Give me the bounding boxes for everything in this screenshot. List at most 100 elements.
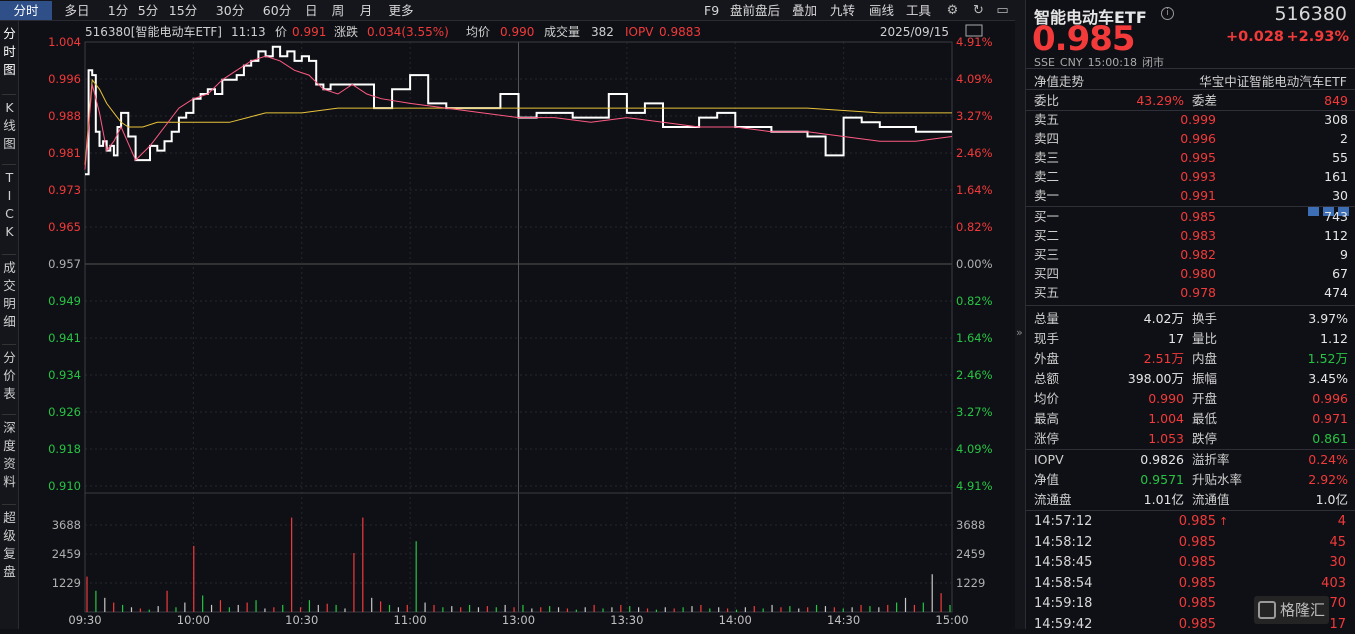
view-tab-char: 级 (3, 528, 16, 543)
view-tab-1[interactable]: K线图 (0, 99, 19, 153)
window-icon[interactable]: ▭ (994, 2, 1011, 19)
tick-time: 14:58:12 (1034, 534, 1093, 550)
divider (1026, 510, 1355, 511)
ask-row[interactable]: 卖五 0.999 308 (1026, 110, 1355, 129)
row-value: 1.053 (1148, 431, 1184, 446)
view-tab-char: 明 (3, 296, 16, 311)
row-label: 委差 (1192, 93, 1218, 108)
row-value: 0.996 (1312, 391, 1348, 406)
row-label: 升贴水率 (1192, 472, 1243, 487)
price-tick: 0.988 (48, 109, 81, 123)
ask-row[interactable]: 卖三 0.995 55 (1026, 148, 1355, 167)
pct-tick: 4.09% (956, 442, 993, 456)
bid-row[interactable]: 买五 0.978 474 (1026, 283, 1355, 302)
tool-1[interactable]: 盘前盘后 (730, 1, 780, 20)
view-tab-5[interactable]: 深度资料 (0, 419, 19, 491)
tab-4[interactable]: 15分 (164, 1, 202, 20)
panel-collapse-toggle[interactable]: » (1015, 0, 1025, 629)
tick-price: 0.985 (1178, 514, 1216, 529)
row-value: 0.861 (1312, 431, 1348, 446)
view-tab-char: 成 (3, 260, 16, 275)
info-iopv: 0.9883 (659, 25, 701, 39)
tick-volume: 403 (1321, 575, 1346, 591)
info-change-label: 涨跌 (334, 24, 358, 39)
ask-row[interactable]: 卖四 0.996 2 (1026, 129, 1355, 148)
info-avg-label: 均价 (466, 25, 490, 39)
view-tab-4[interactable]: 分价表 (0, 349, 19, 403)
bid-label: 买三 (1034, 247, 1060, 262)
tick-volume: 45 (1329, 534, 1346, 550)
ask-row[interactable]: 卖一 0.991 30 (1026, 186, 1355, 205)
bid-row[interactable]: 买四 0.980 67 (1026, 264, 1355, 283)
time-tick: 14:00 (719, 613, 752, 627)
settings-gear-icon[interactable]: ⚙ (944, 2, 961, 19)
tick-time: 14:57:12 (1034, 514, 1093, 529)
time-tick: 15:00 (935, 613, 968, 627)
tab-1[interactable]: 多日 (60, 1, 94, 20)
view-tab-char: 细 (3, 314, 16, 329)
view-tab-char: 资 (3, 456, 16, 471)
tool-3[interactable]: 九转 (830, 1, 855, 20)
tool-2[interactable]: 叠加 (792, 1, 817, 20)
index-name[interactable]: 华宝中证智能电动汽车ETF (1199, 71, 1347, 90)
nav-trend-link[interactable]: 净值走势 (1034, 71, 1084, 90)
row-label: 换手 (1192, 311, 1218, 326)
view-tab-char: T (5, 170, 14, 185)
row-value: 2.92% (1308, 472, 1348, 487)
tab-0[interactable]: 分时 (0, 1, 52, 20)
divider (2, 344, 16, 345)
view-tab-char: C (5, 206, 14, 221)
row-value: 1.004 (1148, 411, 1184, 426)
time-tick: 10:30 (285, 613, 318, 627)
row-label: 跌停 (1192, 431, 1218, 446)
ask-price: 0.995 (1180, 150, 1216, 165)
vol-tick-right: 2459 (956, 547, 985, 561)
quote-panel: 智能电动车ETF i 516380 0.985 +0.028 +2.93% SSE CNY 15… (1025, 0, 1355, 632)
ask-label: 卖四 (1034, 131, 1060, 146)
view-tab-3[interactable]: 成交明细 (0, 259, 19, 331)
time-tick: 13:30 (610, 613, 643, 627)
divider (2, 414, 16, 415)
tab-5[interactable]: 30分 (211, 1, 249, 20)
row-label: 量比 (1192, 331, 1218, 346)
pct-tick: 3.27% (956, 109, 993, 123)
tab-9[interactable]: 月 (356, 1, 376, 20)
tool-4[interactable]: 画线 (869, 1, 894, 20)
view-tab-char: 度 (3, 438, 16, 453)
tick-price: 0.985 (1178, 555, 1216, 570)
bid-volume: 112 (1324, 228, 1348, 243)
ask-row[interactable]: 卖二 0.993 161 (1026, 167, 1355, 186)
tab-3[interactable]: 5分 (134, 1, 162, 20)
pct-tick: 3.27% (956, 405, 993, 419)
tool-0[interactable]: F9 (704, 1, 719, 20)
view-tab-6[interactable]: 超级复盘 (0, 509, 19, 581)
view-tab-char: 超 (3, 510, 16, 525)
tab-7[interactable]: 日 (302, 1, 320, 20)
tick-price: 0.985 (1178, 575, 1216, 591)
tick-time: 14:59:42 (1034, 616, 1093, 632)
time-tick: 14:30 (827, 613, 860, 627)
view-tab-0[interactable]: 分时图 (0, 25, 19, 79)
info-icon[interactable]: i (1161, 7, 1174, 20)
info-code-name: 516380[智能电动车ETF] (85, 24, 222, 39)
tool-5[interactable]: 工具 (906, 1, 931, 20)
tab-10[interactable]: 更多 (384, 1, 418, 20)
tab-2[interactable]: 1分 (104, 1, 132, 20)
order-ratio-row: 委比 43.29% 委差 849 (1026, 91, 1355, 110)
row-value: 1.52万 (1307, 351, 1348, 366)
row-value: 0.24% (1308, 452, 1348, 467)
bid-price: 0.978 (1180, 285, 1216, 300)
tab-6[interactable]: 60分 (258, 1, 296, 20)
view-tab-2[interactable]: TICK (0, 169, 19, 241)
row-value: 1.0亿 (1315, 492, 1348, 507)
tab-8[interactable]: 周 (328, 1, 348, 20)
divider (2, 254, 16, 255)
info-vol: 382 (591, 25, 614, 39)
info-price: 0.991 (292, 25, 326, 39)
refresh-icon[interactable]: ↻ (970, 2, 987, 19)
view-tab-char: I (7, 188, 12, 203)
bid-row[interactable]: 买二 0.983 112 (1026, 226, 1355, 245)
tick-time: 14:59:18 (1034, 596, 1093, 611)
bid-row[interactable]: 买一 0.985 743 (1026, 207, 1355, 226)
bid-row[interactable]: 买三 0.982 9 (1026, 245, 1355, 264)
